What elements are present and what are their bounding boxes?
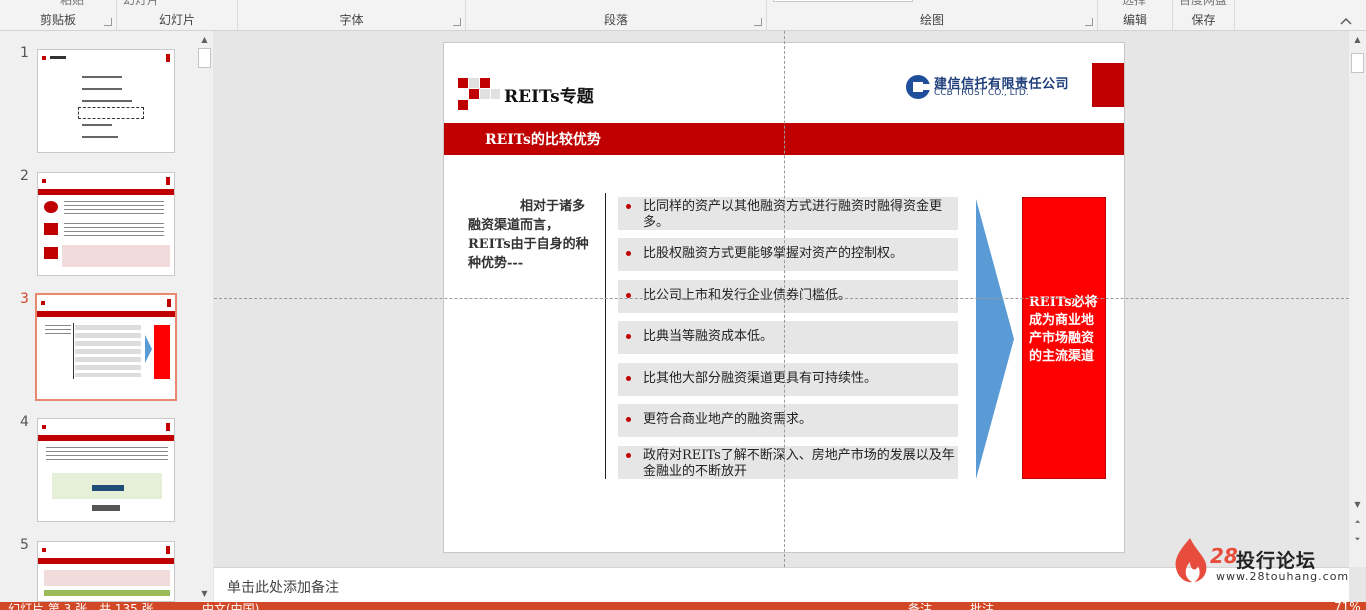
horizontal-guide[interactable] <box>214 298 1349 299</box>
watermark-number: 28 <box>1210 544 1238 568</box>
scroll-down-icon[interactable]: ▼ <box>1349 496 1366 513</box>
slide-thumbnail-pane: 1 2 3 4 5 ▲ ▼ <box>0 31 213 602</box>
conclusion-text: REITs必将成为商业地产市场融资的主流渠道 <box>1029 295 1098 364</box>
divider-line <box>605 193 606 479</box>
bullet-item: 比公司上市和发行企业债券门槛低。 <box>618 280 958 313</box>
font-launcher-icon[interactable] <box>453 18 461 26</box>
thumbnail-scrollbar[interactable]: ▲ ▼ <box>196 31 213 602</box>
comments-toggle-button[interactable]: 批注 <box>970 602 994 610</box>
header-red-block <box>1092 63 1124 107</box>
drawing-launcher-icon[interactable] <box>1085 18 1093 26</box>
editing-group-label: 编辑 <box>1122 13 1147 27</box>
slide-thumbnail-3[interactable] <box>35 293 177 401</box>
drawing-group-label: 绘图 <box>919 13 944 27</box>
intro-text: 相对于诸多融资渠道而言，REITs由于自身的种种优势--- <box>468 199 589 271</box>
scroll-down-icon[interactable]: ▼ <box>196 585 213 602</box>
vertical-guide[interactable] <box>784 31 785 567</box>
thumb-number: 2 <box>20 168 29 184</box>
paragraph-launcher-icon[interactable] <box>754 18 762 26</box>
paste-label[interactable]: 粘贴 <box>60 0 84 8</box>
thumb-number: 5 <box>20 537 29 553</box>
header-title: REITs专题 <box>504 87 594 107</box>
bullet-item: 比典当等融资成本低。 <box>618 321 958 354</box>
slide-thumbnail-5[interactable] <box>37 541 175 602</box>
font-group-label: 字体 <box>339 13 364 27</box>
thumb-number: 4 <box>20 414 29 430</box>
notes-placeholder: 单击此处添加备注 <box>227 580 339 596</box>
previous-slide-icon[interactable]: ⏶ <box>1349 514 1366 531</box>
watermark-brand: 投行论坛 <box>1236 550 1317 572</box>
flame-icon <box>1175 538 1207 583</box>
slide-thumbnail-1[interactable] <box>37 49 175 153</box>
language-status[interactable]: 中文(中国) <box>202 602 259 610</box>
bullet-item: 比股权融资方式更能够掌握对资产的控制权。 <box>618 238 958 271</box>
slides-group: 幻灯片 幻灯片 <box>117 0 238 31</box>
conclusion-box: REITs必将成为商业地产市场融资的主流渠道 <box>1022 197 1106 479</box>
ribbon: 粘贴 剪贴板 幻灯片 幻灯片 字体 段落 绘图 选择 编辑 百度网盘 保存 <box>0 0 1366 31</box>
bullet-item: 比同样的资产以其他融资方式进行融资时融得资金更多。 <box>618 197 958 230</box>
thumb-number: 3 <box>20 291 29 307</box>
shape-style-box[interactable] <box>773 0 913 2</box>
new-slide-label[interactable]: 幻灯片 <box>123 0 159 8</box>
select-label[interactable]: 选择 <box>1122 0 1146 8</box>
slide-editor: REITs专题 建信信托有限责任公司 CCB TRUST CO., LTD. R… <box>214 31 1366 567</box>
scroll-thumb[interactable] <box>1351 53 1364 73</box>
scroll-up-icon[interactable]: ▲ <box>196 31 213 48</box>
editor-scrollbar[interactable]: ▲ ▼ ⏶ ⏷ <box>1349 31 1366 567</box>
arrow-icon <box>976 199 1014 479</box>
clipboard-group: 粘贴 剪贴板 <box>0 0 117 31</box>
company-name-en: CCB TRUST CO., LTD. <box>934 88 1029 98</box>
save-group: 百度网盘 保存 <box>1173 0 1235 31</box>
bullet-item: 比其他大部分融资渠道更具有可持续性。 <box>618 363 958 396</box>
baidu-pan-label[interactable]: 百度网盘 <box>1179 0 1227 8</box>
thumb-number: 1 <box>20 45 29 61</box>
bullet-item: 政府对REITs了解不断深入、房地产市场的发展以及年金融业的不断放开 <box>618 446 958 479</box>
ccb-logo-icon <box>906 75 932 99</box>
notes-toggle-button[interactable]: 备注 <box>908 602 932 610</box>
zoom-level[interactable]: 71% <box>1334 602 1361 610</box>
scroll-thumb[interactable] <box>198 48 211 68</box>
banner-title: REITs的比较优势 <box>485 132 601 148</box>
collapse-ribbon-icon[interactable] <box>1340 10 1352 25</box>
slides-group-label: 幻灯片 <box>158 13 195 27</box>
bullet-item: 更符合商业地产的融资需求。 <box>618 404 958 437</box>
slide-count-status: 幻灯片 第 3 张，共 135 张 <box>8 602 154 610</box>
scroll-up-icon[interactable]: ▲ <box>1349 31 1366 48</box>
slide-thumbnail-4[interactable] <box>37 418 175 522</box>
paragraph-group-label: 段落 <box>603 13 628 27</box>
reits-logo-icon <box>458 78 500 110</box>
editing-group: 选择 编辑 <box>1098 0 1173 31</box>
save-group-label: 保存 <box>1191 13 1216 27</box>
font-group: 字体 <box>238 0 466 31</box>
clipboard-group-label: 剪贴板 <box>39 13 76 27</box>
forum-watermark: 28 投行论坛 www.28touhang.com <box>1172 536 1352 586</box>
clipboard-launcher-icon[interactable] <box>104 18 112 26</box>
status-bar: 幻灯片 第 3 张，共 135 张 中文(中国) 备注 批注 71% <box>0 602 1366 610</box>
paragraph-group: 段落 <box>466 0 767 31</box>
slide-thumbnail-2[interactable] <box>37 172 175 276</box>
drawing-group: 绘图 <box>767 0 1098 31</box>
watermark-url: www.28touhang.com <box>1216 570 1350 583</box>
